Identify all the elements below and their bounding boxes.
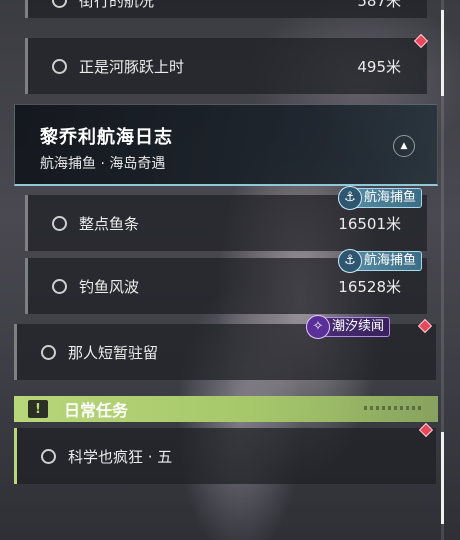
chapter-header[interactable]: 黎乔利航海日志 航海捕鱼 · 海岛奇遇 ▲ xyxy=(14,104,438,186)
scrollbar-thumb-upper[interactable] xyxy=(441,10,444,96)
row-accent-bar xyxy=(25,195,28,251)
daily-tasks-label: 日常任务 xyxy=(64,401,129,420)
quest-row[interactable]: 科学也疯狂 · 五 xyxy=(14,428,436,484)
quest-status-circle-icon xyxy=(52,215,67,231)
quest-distance: 587米 xyxy=(357,0,401,10)
tide-story-tag: ✧ 潮汐续闻 xyxy=(306,315,391,339)
quest-status-circle-icon xyxy=(52,58,67,74)
exclamation-icon: ! xyxy=(28,400,48,418)
quest-status-circle-icon xyxy=(41,344,56,360)
quest-row[interactable]: 正是河豚跃上时 495米 xyxy=(25,38,427,94)
chapter-title: 黎乔利航海日志 xyxy=(40,127,173,148)
row-accent-bar xyxy=(25,38,28,94)
quest-distance: 16501米 xyxy=(338,214,401,233)
quest-label: 正是河豚跃上时 xyxy=(79,57,185,76)
quest-label: 街行的航况 xyxy=(79,0,155,10)
row-accent-bar xyxy=(25,0,28,18)
quest-label: 钓鱼风波 xyxy=(79,277,140,296)
scrollbar-thumb[interactable] xyxy=(441,432,444,524)
quest-distance: 16528米 xyxy=(338,277,401,296)
anchor-icon: ⚓ xyxy=(338,186,362,210)
tag-label: 潮汐续闻 xyxy=(332,319,385,334)
quest-label: 整点鱼条 xyxy=(79,214,140,233)
chapter-subtitle: 航海捕鱼 · 海岛奇遇 xyxy=(40,156,166,172)
row-accent-bar xyxy=(25,258,28,314)
quest-status-circle-icon xyxy=(52,0,67,8)
row-accent-bar xyxy=(14,428,17,484)
quest-row[interactable]: 街行的航况 587米 xyxy=(25,0,427,18)
anchor-icon: ⚓ xyxy=(338,249,362,273)
row-accent-bar xyxy=(14,324,17,380)
sea-fishing-tag: ⚓ 航海捕鱼 xyxy=(338,186,423,210)
quest-label: 那人短暂驻留 xyxy=(68,343,159,362)
daily-tasks-banner[interactable]: ! 日常任务 xyxy=(14,396,438,422)
triangle-up-icon[interactable]: ▲ xyxy=(393,135,415,157)
banner-decoration xyxy=(364,406,424,410)
sea-fishing-tag: ⚓ 航海捕鱼 xyxy=(338,249,423,273)
quest-status-circle-icon xyxy=(52,278,67,294)
quest-status-circle-icon xyxy=(41,448,56,464)
tag-label: 航海捕鱼 xyxy=(364,190,417,205)
wave-icon: ✧ xyxy=(306,315,330,339)
tag-label: 航海捕鱼 xyxy=(364,253,417,268)
quest-distance: 495米 xyxy=(357,57,401,76)
quest-label: 科学也疯狂 · 五 xyxy=(68,447,173,466)
